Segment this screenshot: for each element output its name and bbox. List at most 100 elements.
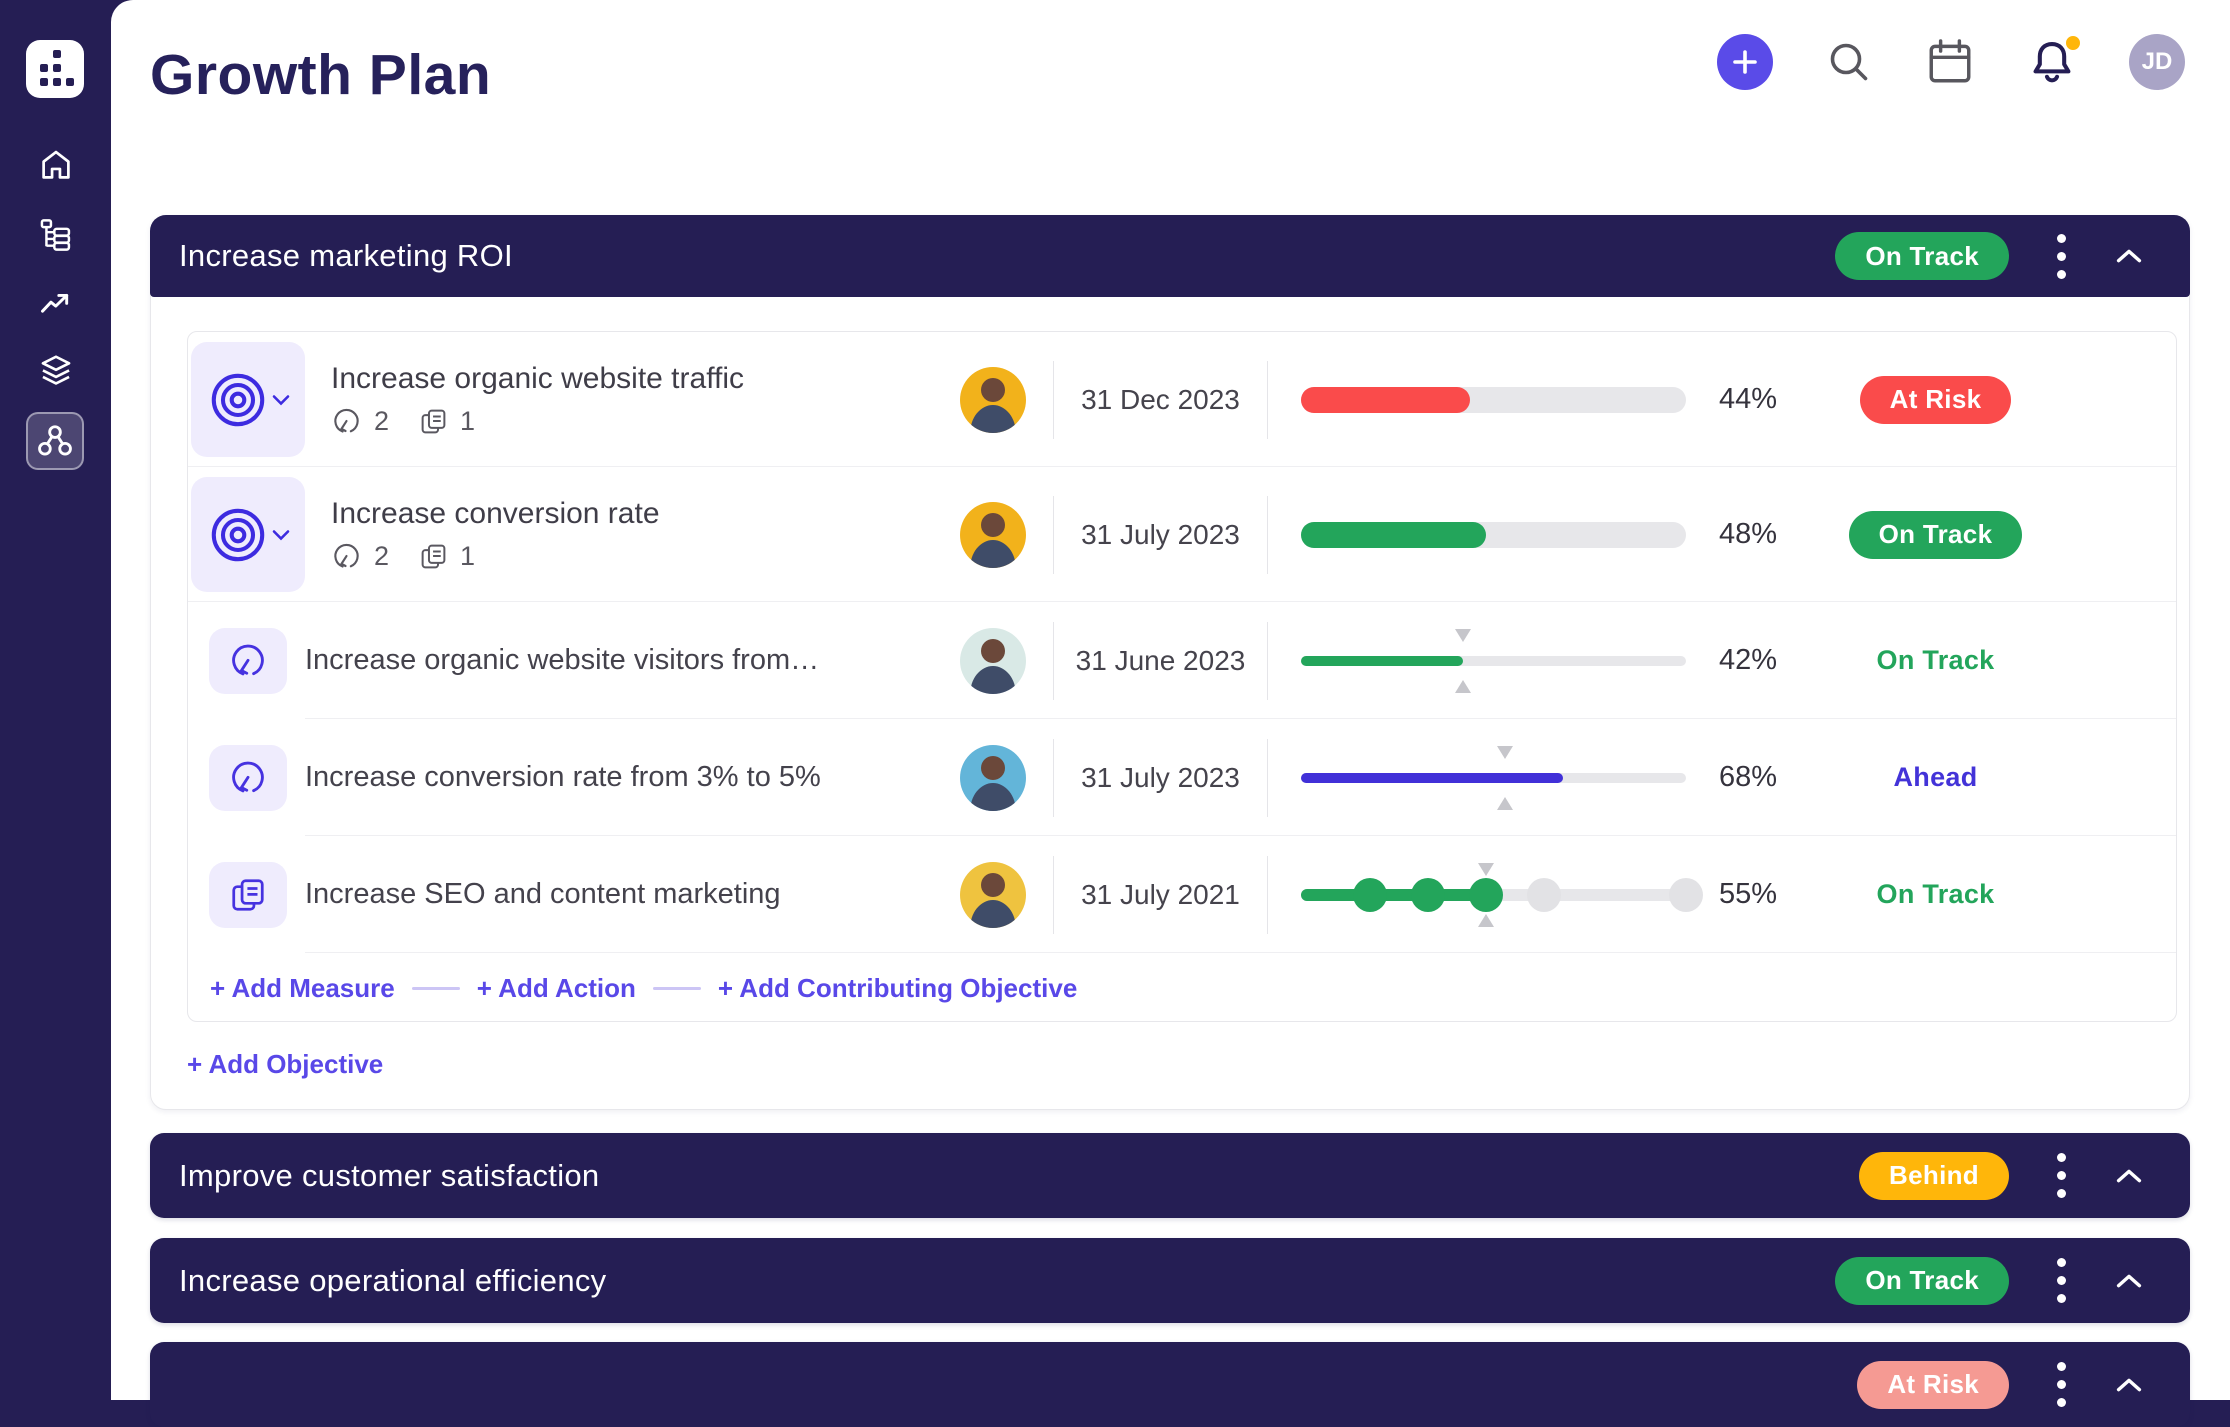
progress-fill bbox=[1301, 522, 1486, 548]
table-row-measure-2[interactable]: Increase conversion rate from 3% to 5% 3… bbox=[188, 719, 2176, 836]
kebab-menu-button[interactable] bbox=[2051, 1254, 2072, 1307]
add-action-link[interactable]: + Add Action bbox=[477, 973, 636, 1004]
logo-dot bbox=[40, 64, 48, 72]
share-network-icon bbox=[36, 422, 74, 460]
owner-avatar bbox=[960, 628, 1026, 694]
search-button[interactable] bbox=[1825, 38, 1873, 86]
row-title: Increase SEO and content marketing bbox=[305, 878, 933, 911]
user-avatar[interactable]: JD bbox=[2129, 34, 2185, 90]
add-contributing-objective-link[interactable]: + Add Contributing Objective bbox=[718, 973, 1077, 1004]
milestone-dot bbox=[1353, 878, 1387, 912]
notification-dot bbox=[2063, 33, 2083, 53]
status-badge[interactable]: At Risk bbox=[1860, 376, 2012, 424]
logo-dot bbox=[53, 78, 61, 86]
progress-percent: 44% bbox=[1688, 383, 1808, 416]
add-links-row: + Add Measure + Add Action + Add Contrib… bbox=[188, 953, 2176, 1022]
logo-dot bbox=[53, 50, 61, 58]
logo-dot bbox=[53, 64, 61, 72]
action-docs-icon bbox=[419, 542, 448, 571]
trend-up-icon[interactable] bbox=[37, 286, 75, 324]
progress-bar-cell bbox=[1268, 773, 1688, 783]
topbar: JD bbox=[1717, 34, 2185, 90]
logo-dot bbox=[66, 78, 74, 86]
sidebar-item-plan-active[interactable] bbox=[26, 412, 84, 470]
row-counts: 2 1 bbox=[331, 406, 933, 437]
status-badge[interactable]: On Track bbox=[1835, 1257, 2009, 1305]
owner-avatar bbox=[960, 745, 1026, 811]
milestone-dot bbox=[1411, 878, 1445, 912]
row-title: Increase conversion rate bbox=[331, 497, 933, 531]
chevron-down-icon bbox=[272, 529, 290, 541]
row-title: Increase conversion rate from 3% to 5% bbox=[305, 761, 933, 794]
section-bar-customer-satisfaction[interactable]: Improve customer satisfaction Behind bbox=[150, 1133, 2190, 1218]
section-bar-operational-efficiency[interactable]: Increase operational efficiency On Track bbox=[150, 1238, 2190, 1323]
table-row-objective-2[interactable]: Increase conversion rate 2 1 bbox=[188, 467, 2176, 602]
add-measure-link[interactable]: + Add Measure bbox=[210, 973, 395, 1004]
due-date: 31 July 2023 bbox=[1053, 496, 1268, 574]
status-label: On Track bbox=[1877, 645, 1995, 676]
add-objective-link[interactable]: + Add Objective bbox=[187, 1049, 383, 1080]
search-icon bbox=[1825, 38, 1873, 86]
objective-title: Increase marketing ROI bbox=[179, 238, 1835, 274]
calendar-button[interactable] bbox=[1925, 37, 1975, 87]
kebab-menu-button[interactable] bbox=[2051, 230, 2072, 283]
due-date: 31 July 2023 bbox=[1053, 739, 1268, 817]
status-badge[interactable]: On Track bbox=[1849, 511, 2023, 559]
page-title: Growth Plan bbox=[150, 42, 491, 108]
status-badge[interactable]: Behind bbox=[1859, 1152, 2009, 1200]
row-title: Increase organic website visitors from… bbox=[305, 644, 933, 677]
create-button[interactable] bbox=[1717, 34, 1773, 90]
table-row-measure-1[interactable]: Increase organic website visitors from… … bbox=[188, 602, 2176, 719]
row-title: Increase organic website traffic bbox=[331, 362, 933, 396]
expected-progress-marker bbox=[1454, 625, 1472, 697]
notifications-button[interactable] bbox=[2027, 37, 2077, 87]
collapse-chevron-up-icon[interactable] bbox=[2114, 1166, 2144, 1186]
app-logo[interactable] bbox=[26, 40, 84, 98]
progress-percent: 55% bbox=[1688, 878, 1808, 911]
layers-icon[interactable] bbox=[37, 352, 75, 390]
table-row-action-1[interactable]: Increase SEO and content marketing 31 Ju… bbox=[188, 836, 2176, 953]
org-chart-icon[interactable] bbox=[37, 216, 75, 254]
collapse-chevron-up-icon[interactable] bbox=[2114, 246, 2144, 266]
measure-type-tile[interactable] bbox=[209, 745, 287, 811]
status-badge[interactable]: On Track bbox=[1835, 232, 2009, 280]
status-label: Ahead bbox=[1893, 762, 1977, 793]
calendar-icon bbox=[1925, 37, 1975, 87]
objective-type-tile[interactable] bbox=[191, 342, 305, 457]
expected-progress-marker bbox=[1496, 742, 1514, 814]
status-badge[interactable]: At Risk bbox=[1857, 1361, 2009, 1409]
objective-type-tile[interactable] bbox=[191, 477, 305, 592]
progress-bar-cell bbox=[1268, 656, 1688, 666]
plus-icon bbox=[1730, 47, 1760, 77]
owner-avatar bbox=[960, 862, 1026, 928]
gauge-icon bbox=[228, 758, 268, 798]
section-bar-partial[interactable]: At Risk bbox=[150, 1342, 2190, 1427]
milestone-bar-cell bbox=[1268, 889, 1688, 901]
action-docs-icon bbox=[419, 407, 448, 436]
table-row-objective-1[interactable]: Increase organic website traffic 2 1 bbox=[188, 332, 2176, 467]
objective-header[interactable]: Increase marketing ROI On Track bbox=[150, 215, 2190, 297]
progress-fill bbox=[1301, 387, 1470, 413]
collapse-chevron-up-icon[interactable] bbox=[2114, 1375, 2144, 1395]
target-icon bbox=[207, 369, 269, 431]
progress-fill bbox=[1301, 889, 1486, 901]
owner-avatar bbox=[960, 367, 1026, 433]
section-title: Improve customer satisfaction bbox=[179, 1158, 1859, 1194]
due-date: 31 July 2021 bbox=[1053, 856, 1268, 934]
logo-dot bbox=[40, 78, 48, 86]
collapse-chevron-up-icon[interactable] bbox=[2114, 1271, 2144, 1291]
kebab-menu-button[interactable] bbox=[2051, 1149, 2072, 1202]
expected-progress-marker bbox=[1477, 859, 1495, 931]
home-icon[interactable] bbox=[37, 146, 75, 184]
progress-bar-cell bbox=[1268, 522, 1688, 548]
action-type-tile[interactable] bbox=[209, 862, 287, 928]
milestone-dot bbox=[1669, 878, 1703, 912]
measure-type-tile[interactable] bbox=[209, 628, 287, 694]
status-label: On Track bbox=[1877, 879, 1995, 910]
kebab-menu-button[interactable] bbox=[2051, 1358, 2072, 1411]
main-panel: Growth Plan JD bbox=[111, 0, 2230, 1400]
dash-divider bbox=[653, 987, 701, 990]
progress-fill bbox=[1301, 656, 1463, 666]
progress-percent: 42% bbox=[1688, 644, 1808, 677]
sidebar bbox=[0, 0, 111, 1400]
